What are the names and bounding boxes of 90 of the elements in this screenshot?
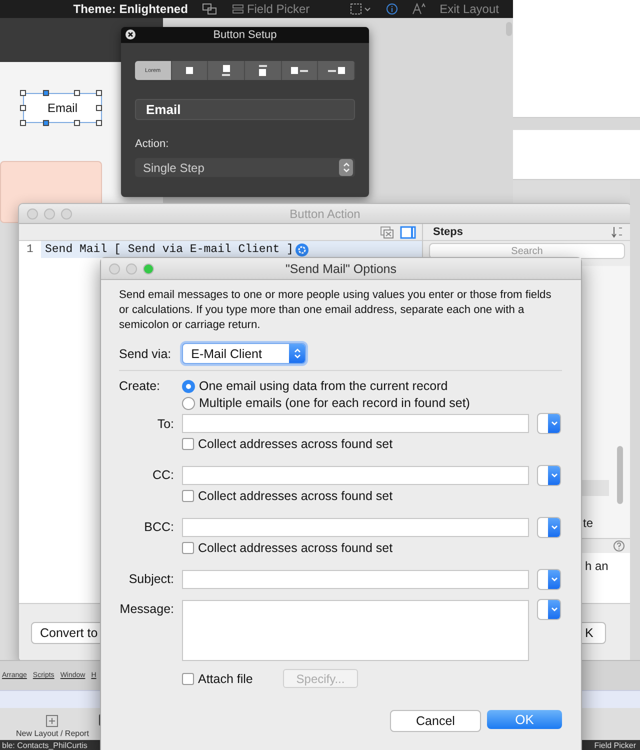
description-text: Send email messages to one or more people using values you enter or those from fields or calculations. If you type more than one email address, separate each one with a semicolon or carriage return. (119, 288, 552, 333)
square-icon (259, 69, 266, 76)
selection-handle[interactable] (43, 120, 49, 126)
script-step-row[interactable]: 1 Send Mail [ Send via E-mail Client ] (19, 241, 422, 258)
script-step: Send Mail [ Send via E-mail Client ] (41, 243, 294, 256)
scrollbar-thumb[interactable] (506, 22, 512, 36)
selection-handle[interactable] (20, 105, 26, 111)
steps-title: Steps (433, 226, 463, 238)
address-label: To: (157, 416, 174, 431)
selection-icon[interactable] (350, 3, 372, 15)
dialog-title: "Send Mail" Options (285, 262, 396, 276)
theme-label[interactable]: Theme: Enlightened (73, 2, 188, 16)
sort-icon[interactable] (611, 226, 623, 238)
step-text: te (583, 516, 594, 530)
button-name-field[interactable]: Email (135, 99, 355, 120)
square-icon (328, 67, 345, 74)
square-icon (186, 67, 193, 74)
up-down-arrows-icon (342, 162, 350, 173)
search-field[interactable]: Search (429, 243, 625, 259)
gear-icon[interactable] (295, 242, 310, 256)
address-label: BCC: (144, 519, 174, 534)
selection-handle[interactable] (20, 90, 26, 96)
create-label: Create: (119, 379, 160, 393)
field-menu-button[interactable] (537, 517, 561, 538)
scrollbar-thumb[interactable] (617, 446, 623, 504)
copy-icon[interactable] (380, 226, 394, 238)
subject-field[interactable] (182, 570, 529, 589)
close-icon[interactable] (125, 29, 136, 40)
line-number: 1 (19, 241, 41, 258)
message-field[interactable] (182, 600, 529, 661)
address-label: CC: (152, 467, 174, 482)
panel-title: Button Setup (213, 29, 277, 41)
checkbox[interactable] (182, 672, 194, 684)
table-name: ble: Contacts_PhilCurtis (2, 740, 88, 750)
create-option[interactable]: One email using data from the current record (182, 379, 561, 393)
field-picker-button[interactable]: Field Picker (232, 2, 310, 16)
chevron-down-icon (550, 473, 558, 478)
theme-icon[interactable] (202, 3, 218, 15)
address-field[interactable] (182, 466, 529, 485)
address-field[interactable] (182, 518, 529, 537)
action-select[interactable]: Single Step (135, 158, 355, 177)
square-icon (291, 67, 308, 74)
selection-handle[interactable] (96, 90, 102, 96)
checkbox[interactable] (182, 542, 194, 554)
window-title: Button Action (290, 206, 360, 220)
selection-handle[interactable] (74, 120, 80, 126)
chevron-down-icon (550, 525, 558, 530)
selection-handle[interactable] (20, 120, 26, 126)
help-icon[interactable] (613, 540, 625, 552)
plus-icon (46, 715, 58, 727)
button-label: Email (47, 101, 78, 115)
info-icon[interactable] (386, 3, 398, 15)
subject-label: Subject: (128, 571, 174, 586)
field-menu-button[interactable] (537, 465, 561, 486)
radio-button[interactable] (182, 380, 195, 392)
field-menu-button[interactable] (537, 413, 561, 434)
message-label: Message: (120, 602, 174, 616)
send-via-select[interactable]: E-Mail Client (182, 343, 306, 364)
cancel-button[interactable]: Cancel (390, 710, 481, 732)
selection-handle[interactable] (96, 120, 102, 126)
label-style-segment[interactable] (282, 61, 318, 80)
chevron-down-icon (550, 421, 558, 426)
action-label: Action: (135, 138, 170, 150)
exit-layout-button[interactable]: Exit Layout (440, 2, 499, 16)
chevron-down-icon (550, 607, 558, 612)
send-via-label: Send via: (119, 346, 172, 360)
attach-file-option[interactable]: Attach file (182, 672, 283, 686)
selection-handle[interactable] (74, 90, 80, 96)
email-layout-button[interactable]: Email (23, 93, 102, 123)
square-icon (222, 65, 230, 72)
selection-handle[interactable] (43, 90, 49, 96)
new-layout-button[interactable]: New Layout / Report (16, 715, 89, 738)
label-style-segment[interactable] (172, 61, 208, 80)
selection-handle[interactable] (96, 105, 102, 111)
up-down-arrows-icon (294, 348, 301, 359)
checkbox[interactable] (182, 490, 194, 502)
checkbox[interactable] (182, 438, 194, 450)
chevron-down-icon (550, 577, 558, 582)
collect-option[interactable]: Collect addresses across found set (182, 489, 561, 503)
address-field[interactable] (182, 414, 529, 433)
font-size-icon[interactable] (412, 3, 426, 15)
create-option[interactable]: Multiple emails (one for each record in found set) (182, 396, 561, 410)
field-menu-button[interactable] (537, 599, 561, 620)
field-menu-button[interactable] (537, 569, 561, 590)
sidebar-toggle-icon[interactable] (400, 226, 416, 238)
collect-option[interactable]: Collect addresses across found set (182, 541, 561, 555)
field-picker-icon (232, 4, 244, 14)
radio-button[interactable] (182, 396, 195, 410)
collect-option[interactable]: Collect addresses across found set (182, 437, 561, 451)
field-picker-button[interactable]: Field Picker (594, 740, 636, 750)
